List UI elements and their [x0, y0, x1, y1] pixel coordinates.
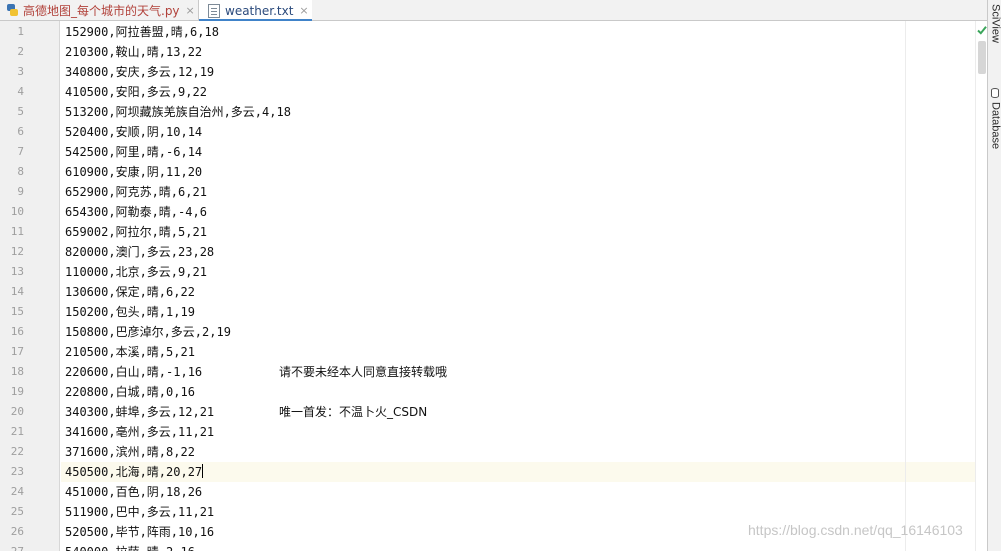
text-line[interactable]: 451000,百色,阴,18,26: [65, 482, 202, 502]
line-number: 12: [10, 245, 24, 258]
text-line[interactable]: 520400,安顺,阴,10,14: [65, 122, 202, 142]
text-line[interactable]: 371600,滨州,晴,8,22: [65, 442, 195, 462]
line-number: 4: [17, 85, 24, 98]
line-number: 16: [10, 325, 24, 338]
text-line[interactable]: 659002,阿拉尔,晴,5,21: [65, 222, 207, 242]
text-line[interactable]: 130600,保定,晴,6,22: [65, 282, 195, 302]
watermark: https://blog.csdn.net/qq_16146103: [748, 522, 963, 538]
text-line[interactable]: 152900,阿拉善盟,晴,6,18: [65, 22, 219, 42]
scrollbar-thumb[interactable]: [978, 41, 986, 74]
text-line[interactable]: 540000,拉萨,晴,2,16: [65, 542, 195, 551]
tab-python-file[interactable]: 高德地图_每个城市的天气.py ×: [0, 0, 198, 20]
text-line[interactable]: 341600,亳州,多云,11,21: [65, 422, 214, 442]
line-number-gutter[interactable]: 1 2 3 4 5 6 7 8 9 10 11 12 13 14 15 16 17 18 19 20 21 22 23 24 2…: [0, 21, 60, 551]
text-line[interactable]: 150200,包头,晴,1,19: [65, 302, 195, 322]
line-number: 9: [17, 185, 24, 198]
text-line[interactable]: 220800,白城,晴,0,16: [65, 382, 195, 402]
line-number: 24: [10, 485, 24, 498]
line-number: 3: [17, 65, 24, 78]
text-line[interactable]: 610900,安康,阴,11,20: [65, 162, 202, 182]
line-number: 7: [17, 145, 24, 158]
database-label: Database: [989, 102, 1001, 150]
line-number: 22: [10, 445, 24, 458]
line-number: 1: [17, 25, 24, 38]
text-line[interactable]: 820000,澳门,多云,23,28: [65, 242, 214, 262]
line-number: 20: [10, 405, 24, 418]
line-number: 10: [10, 205, 24, 218]
tab-weather-txt[interactable]: weather.txt ×: [199, 0, 312, 22]
line-number: 8: [17, 165, 24, 178]
line-number: 11: [10, 225, 24, 238]
line-number: 13: [10, 265, 24, 278]
tab-label: weather.txt: [225, 3, 294, 18]
text-line[interactable]: 110000,北京,多云,9,21: [65, 262, 207, 282]
database-icon: [991, 88, 999, 98]
right-tool-strip: SciView Database: [987, 0, 1001, 551]
text-line[interactable]: 410500,安阳,多云,9,22: [65, 82, 207, 102]
text-line[interactable]: 210300,鞍山,晴,13,22: [65, 42, 202, 62]
text-caret: [202, 464, 204, 478]
inline-note: 请不要未经本人同意直接转载哦: [279, 365, 448, 379]
line-number: 6: [17, 125, 24, 138]
line-number: 25: [10, 505, 24, 518]
text-line[interactable]: 652900,阿克苏,晴,6,21: [65, 182, 207, 202]
line-number: 14: [10, 285, 24, 298]
database-button[interactable]: Database: [988, 88, 1001, 149]
close-icon[interactable]: ×: [186, 4, 195, 17]
editor-tab-bar: 高德地图_每个城市的天气.py × weather.txt ×: [0, 0, 987, 22]
text-line[interactable]: 150800,巴彦淖尔,多云,2,19: [65, 322, 231, 342]
text-line[interactable]: 511900,巴中,多云,11,21: [65, 502, 214, 522]
text-line[interactable]: 542500,阿里,晴,-6,14: [65, 142, 202, 162]
text-line[interactable]: 340800,安庆,多云,12,19: [65, 62, 214, 82]
editor-scrollbar[interactable]: [975, 21, 987, 551]
sciview-label: SciView: [989, 4, 1001, 43]
python-file-icon: [6, 3, 18, 17]
line-number: 15: [10, 305, 24, 318]
text-line[interactable]: 654300,阿勒泰,晴,-4,6: [65, 202, 207, 222]
line-number: 17: [10, 345, 24, 358]
text-line[interactable]: 210500,本溪,晴,5,21: [65, 342, 195, 362]
line-number: 19: [10, 385, 24, 398]
line-number: 2: [17, 45, 24, 58]
line-number: 18: [10, 365, 24, 378]
text-line[interactable]: 340300,蚌埠,多云,12,21: [65, 402, 214, 422]
text-file-icon: [208, 3, 220, 18]
inline-note: 唯一首发：不温卜火_CSDN: [279, 405, 428, 419]
text-line[interactable]: 450500,北海,晴,20,27: [65, 462, 204, 482]
line-number: 21: [10, 425, 24, 438]
line-number: 5: [17, 105, 24, 118]
close-icon[interactable]: ×: [299, 4, 308, 17]
text-line[interactable]: 513200,阿坝藏族羌族自治州,多云,4,18: [65, 102, 291, 122]
text-line[interactable]: 520500,毕节,阵雨,10,16: [65, 522, 214, 542]
line-number: 26: [10, 525, 24, 538]
sciview-button[interactable]: SciView: [988, 4, 1001, 43]
text-editor[interactable]: https://blog.csdn.net/qq_16146103 152900…: [61, 21, 975, 551]
line-number: 27: [0, 542, 24, 551]
text-line[interactable]: 220600,白山,晴,-1,16: [65, 362, 202, 382]
line-number: 23: [10, 465, 24, 478]
tab-label: 高德地图_每个城市的天气.py: [23, 3, 180, 18]
right-margin-guide: [905, 21, 906, 551]
